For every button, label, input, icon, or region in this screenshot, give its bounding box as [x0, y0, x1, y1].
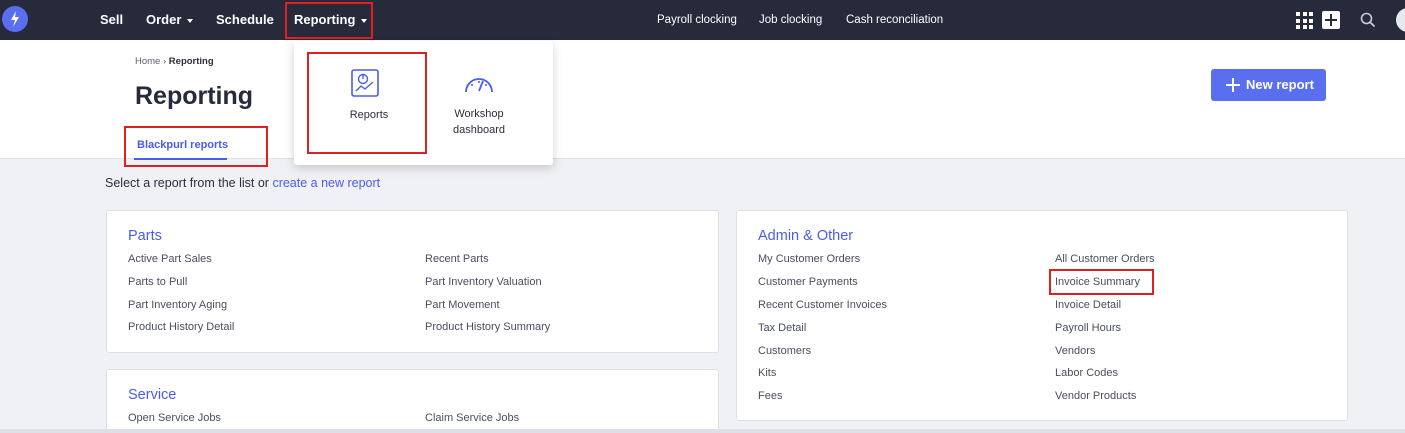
create-new-report-link[interactable]: create a new report — [272, 176, 380, 190]
invoice-summary-highlight-box — [1049, 269, 1154, 295]
apps-grid-icon[interactable] — [1296, 12, 1313, 29]
nav-payroll-clocking[interactable]: Payroll clocking — [657, 0, 737, 40]
top-nav: Sell Order Schedule Reporting Payroll cl… — [0, 0, 1405, 40]
reporting-highlight-box — [285, 2, 373, 39]
plus-icon — [1226, 78, 1240, 92]
report-link[interactable]: Tax Detail — [758, 322, 806, 334]
report-link[interactable]: Customer Payments — [758, 276, 858, 288]
card-title-admin-other: Admin & Other — [758, 228, 854, 244]
report-link[interactable]: Recent Parts — [425, 253, 489, 265]
dropdown-item-workshop-label-1: Workshop — [454, 108, 504, 120]
card-title-parts: Parts — [128, 228, 162, 244]
breadcrumb-current: Reporting — [168, 56, 214, 67]
nav-sell[interactable]: Sell — [100, 0, 123, 40]
report-link[interactable]: Part Inventory Aging — [128, 299, 227, 311]
breadcrumb: Home › Reporting — [135, 56, 214, 67]
report-link[interactable]: Recent Customer Invoices — [758, 299, 887, 311]
new-report-button[interactable]: New report — [1211, 69, 1326, 101]
report-link[interactable]: Part Movement — [425, 299, 500, 311]
nav-job-clocking[interactable]: Job clocking — [759, 0, 822, 40]
report-link[interactable]: Vendor Products — [1055, 390, 1136, 402]
page-title: Reporting — [135, 82, 254, 110]
report-link[interactable]: Labor Codes — [1055, 367, 1118, 379]
nav-order[interactable]: Order — [146, 0, 194, 40]
tab-highlight-box — [124, 126, 268, 167]
nav-schedule-label: Schedule — [216, 12, 274, 27]
report-link[interactable]: Kits — [758, 367, 776, 379]
report-link[interactable]: My Customer Orders — [758, 253, 860, 265]
report-link[interactable]: All Customer Orders — [1055, 253, 1155, 265]
breadcrumb-separator: › — [162, 56, 167, 67]
report-link[interactable]: Product History Detail — [128, 321, 234, 333]
report-link[interactable]: Payroll Hours — [1055, 322, 1121, 334]
report-link[interactable]: Part Inventory Valuation — [425, 276, 542, 288]
admin-other-card: Admin & Other My Customer Orders Custome… — [736, 210, 1348, 421]
intro-text: Select a report from the list or create … — [105, 176, 380, 190]
add-icon[interactable] — [1322, 11, 1340, 29]
card-title-service: Service — [128, 387, 177, 403]
report-link[interactable]: Open Service Jobs — [128, 412, 221, 424]
dropdown-item-workshop-label-2: dashboard — [453, 124, 505, 136]
service-card: Service Open Service Jobs Claim Service … — [106, 369, 719, 433]
report-link[interactable]: Customers — [758, 345, 811, 357]
nav-sell-label: Sell — [100, 12, 124, 27]
search-icon[interactable] — [1360, 12, 1376, 33]
nav-schedule[interactable]: Schedule — [216, 0, 274, 40]
gauge-icon — [465, 78, 493, 93]
nav-order-label: Order — [146, 12, 182, 27]
report-link[interactable]: Fees — [758, 390, 782, 402]
chevron-down-icon — [187, 18, 194, 23]
nav-cash-reconciliation[interactable]: Cash reconciliation — [846, 0, 943, 40]
reports-highlight-box — [307, 52, 427, 154]
report-link[interactable]: Claim Service Jobs — [425, 412, 519, 424]
report-link[interactable]: Active Part Sales — [128, 253, 212, 265]
report-link[interactable]: Product History Summary — [425, 321, 550, 333]
parts-card: Parts Active Part Sales Parts to Pull Pa… — [106, 210, 719, 353]
horizontal-scrollbar[interactable] — [0, 429, 1405, 433]
report-link[interactable]: Invoice Detail — [1055, 299, 1121, 311]
avatar[interactable] — [1396, 8, 1405, 32]
new-report-label: New report — [1246, 77, 1314, 92]
intro-label: Select a report from the list or — [105, 176, 273, 190]
report-link[interactable]: Vendors — [1055, 345, 1095, 357]
report-link[interactable]: Parts to Pull — [128, 276, 187, 288]
breadcrumb-home[interactable]: Home — [135, 56, 160, 67]
dropdown-item-workshop-dashboard[interactable]: Workshop dashboard — [429, 57, 529, 149]
logo-icon[interactable] — [2, 6, 28, 32]
